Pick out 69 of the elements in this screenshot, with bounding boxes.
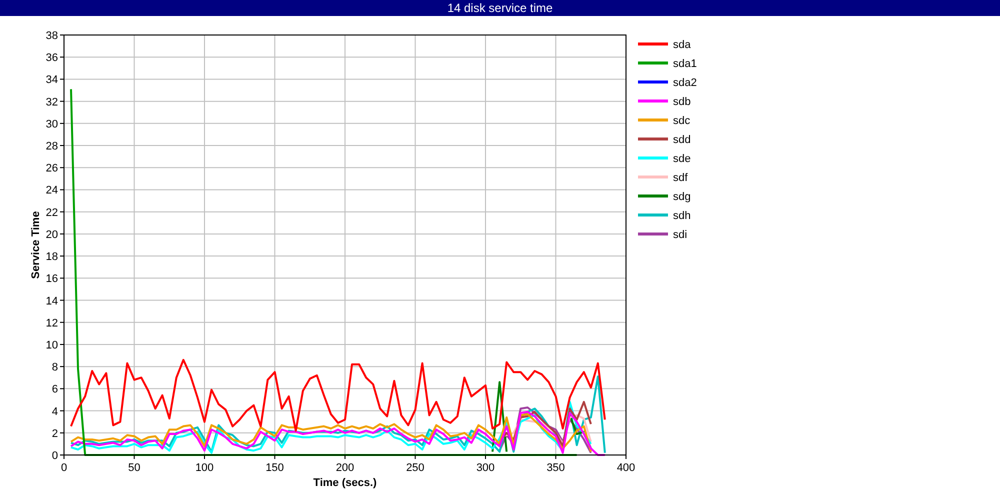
- tick-mark: [60, 211, 64, 212]
- y-tick-label: 30: [46, 118, 58, 130]
- tick-mark: [134, 454, 135, 460]
- legend-label: sdd: [673, 134, 691, 146]
- y-tick-label: 36: [46, 52, 58, 64]
- x-tick-label: 150: [266, 462, 284, 474]
- y-tick-label: 10: [46, 339, 58, 352]
- tick-mark: [414, 454, 416, 460]
- tick-mark: [60, 278, 64, 279]
- tick-mark: [60, 34, 64, 36]
- legend-label: sda2: [673, 77, 697, 89]
- tick-mark: [60, 388, 64, 390]
- x-tick-label: 250: [406, 462, 424, 474]
- x-tick-label: 0: [60, 462, 68, 474]
- tick-mark: [60, 233, 64, 234]
- y-tick-label: 32: [46, 96, 58, 108]
- x-axis-label: Time (secs.): [313, 477, 377, 489]
- x-tick-label: 100: [195, 462, 214, 474]
- y-axis-label: Service Time: [30, 211, 42, 279]
- legend-label: sdf: [673, 172, 688, 184]
- tick-mark: [60, 256, 64, 257]
- tick-mark: [60, 167, 64, 168]
- tick-mark: [274, 454, 276, 460]
- tick-mark: [60, 366, 64, 368]
- y-tick-label: 6: [52, 384, 58, 396]
- y-tick-label: 38: [46, 30, 58, 42]
- legend-label: sda: [673, 39, 691, 51]
- y-tick-label: 4: [52, 406, 58, 418]
- tick-mark: [60, 300, 64, 301]
- tick-mark: [60, 432, 64, 434]
- y-tick-label: 16: [46, 273, 58, 286]
- tick-mark: [60, 344, 64, 345]
- tick-mark: [60, 410, 64, 412]
- y-tick-label: 24: [46, 184, 58, 197]
- tick-mark: [60, 122, 64, 124]
- legend-label: sdh: [673, 210, 691, 222]
- x-tick-label: 50: [128, 462, 140, 474]
- tick-mark: [60, 78, 64, 80]
- tick-mark: [60, 100, 64, 102]
- y-tick-label: 20: [46, 228, 58, 241]
- legend-label: sdc: [673, 115, 690, 127]
- legend-label: sde: [673, 153, 691, 165]
- y-tick-label: 8: [52, 362, 58, 374]
- window-title: 14 disk service time: [447, 1, 553, 15]
- legend-label: sda1: [673, 58, 697, 70]
- x-tick-label: 400: [616, 462, 636, 474]
- y-tick-label: 14: [46, 295, 58, 308]
- y-tick-label: 28: [46, 140, 58, 153]
- legend-label: sdb: [673, 96, 691, 108]
- tick-mark: [555, 454, 556, 460]
- tick-mark: [485, 454, 486, 460]
- tick-mark: [344, 454, 346, 460]
- y-tick-label: 2: [52, 428, 58, 440]
- tick-mark: [60, 322, 64, 323]
- y-tick-label: 12: [46, 317, 58, 330]
- legend-label: sdi: [673, 229, 688, 241]
- x-tick-label: 350: [546, 462, 565, 474]
- y-tick-label: 34: [46, 74, 58, 86]
- legend-label: sdg: [673, 191, 691, 203]
- y-tick-label: 26: [46, 162, 58, 175]
- y-tick-label: 0: [52, 450, 58, 462]
- y-tick-label: 22: [46, 206, 58, 219]
- tick-mark: [60, 145, 64, 146]
- tick-mark: [60, 56, 64, 58]
- y-tick-label: 18: [46, 251, 58, 264]
- x-tick-label: 200: [336, 462, 354, 474]
- tick-mark: [60, 189, 64, 190]
- tick-mark: [204, 454, 205, 460]
- x-tick-label: 300: [476, 462, 495, 474]
